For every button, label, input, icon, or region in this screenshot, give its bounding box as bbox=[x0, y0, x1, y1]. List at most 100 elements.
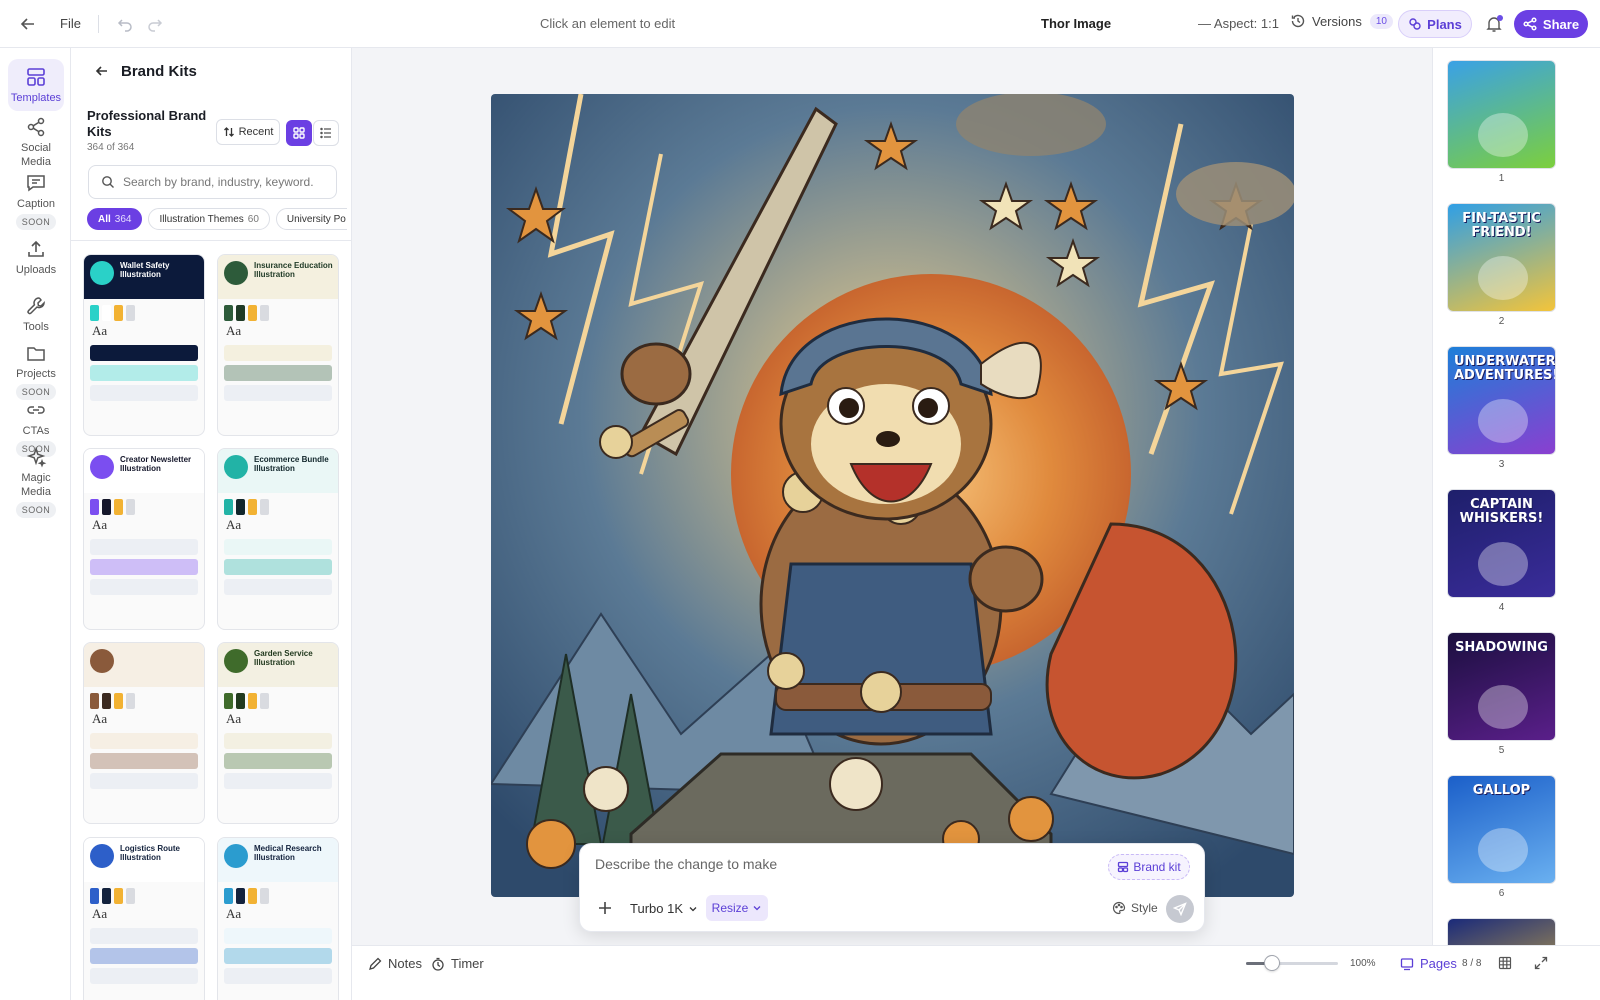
color-swatches bbox=[218, 882, 338, 904]
card-title: Creator Newsletter Illustration bbox=[120, 455, 192, 473]
notes-button[interactable]: Notes bbox=[368, 956, 422, 971]
model-select[interactable]: Turbo 1K bbox=[630, 901, 698, 916]
prompt-input[interactable] bbox=[595, 856, 1075, 872]
card-title: Ecommerce Bundle Illustration bbox=[254, 455, 329, 473]
chip-count: 364 bbox=[114, 213, 132, 225]
chip-illustration-themes[interactable]: Illustration Themes 60 bbox=[148, 208, 270, 230]
canvas-image[interactable] bbox=[491, 94, 1294, 897]
style-label: Style bbox=[1131, 901, 1158, 915]
page-thumbnail[interactable] bbox=[1447, 60, 1556, 169]
brand-search[interactable] bbox=[88, 165, 337, 199]
redo-icon[interactable] bbox=[146, 15, 164, 33]
page-thumbnail[interactable]: FIN-TASTIC FRIEND! bbox=[1447, 203, 1556, 312]
resize-button[interactable]: Resize bbox=[706, 895, 768, 921]
file-menu[interactable]: File bbox=[60, 16, 81, 31]
rail-caption[interactable]: Caption SOON bbox=[8, 172, 64, 230]
page-thumbnail[interactable]: UNDERWATER ADVENTURES! bbox=[1447, 346, 1556, 455]
brand-kit-card[interactable]: Insurance Education Illustration Aa bbox=[217, 254, 339, 436]
brand-kit-card[interactable]: Ecommerce Bundle Illustration Aa bbox=[217, 448, 339, 630]
share-button[interactable]: Share bbox=[1514, 10, 1588, 38]
brand-badge-icon bbox=[224, 455, 248, 479]
brand-kit-card[interactable]: Logistics Route Illustration Aa bbox=[83, 837, 205, 1000]
plans-button[interactable]: Plans bbox=[1398, 10, 1472, 38]
fullscreen-icon[interactable] bbox=[1534, 956, 1548, 970]
notification-bell-icon[interactable] bbox=[1485, 15, 1503, 33]
panel-back-icon[interactable] bbox=[93, 62, 111, 80]
style-button[interactable]: Style bbox=[1112, 901, 1158, 915]
rail-uploads[interactable]: Uploads bbox=[8, 238, 64, 277]
add-icon[interactable] bbox=[597, 900, 613, 916]
brand-kit-card[interactable]: Aa bbox=[83, 642, 205, 824]
page-number: 6 bbox=[1498, 888, 1505, 899]
brand-badge-icon bbox=[224, 649, 248, 673]
rail-ctas-label: CTAs bbox=[22, 425, 50, 437]
thumbnail-title: SHADOWING bbox=[1455, 640, 1548, 655]
pages-icon bbox=[1400, 957, 1414, 971]
rail-templates[interactable]: Templates bbox=[8, 59, 64, 111]
result-count: 364 of 364 bbox=[87, 142, 135, 153]
page-number: 1 bbox=[1498, 173, 1505, 184]
rail-magic-media[interactable]: Magic Media SOON bbox=[8, 446, 64, 518]
aspect-ratio[interactable]: — Aspect: 1:1 bbox=[1198, 16, 1279, 31]
page-thumbnail[interactable]: CAPTAIN WHISKERS! bbox=[1447, 489, 1556, 598]
rail-tools[interactable]: Tools bbox=[8, 295, 64, 334]
brand-badge-icon bbox=[224, 261, 248, 285]
timer-button[interactable]: Timer bbox=[431, 956, 484, 971]
chip-all[interactable]: All 364 bbox=[87, 208, 143, 230]
sort-button[interactable]: Recent bbox=[216, 119, 280, 145]
prompt-box: Brand kit Turbo 1K Resize Style bbox=[579, 843, 1205, 932]
rail-projects[interactable]: Projects SOON bbox=[8, 342, 64, 400]
type-sample: Aa bbox=[92, 711, 108, 726]
templates-icon bbox=[25, 66, 47, 88]
card-preview bbox=[84, 539, 204, 595]
card-title: Medical Research Illustration bbox=[254, 844, 322, 862]
top-bar: File Click an element to edit Thor Image… bbox=[0, 0, 1600, 48]
type-sample: Aa bbox=[226, 323, 242, 338]
versions-button[interactable]: Versions 10 bbox=[1290, 13, 1393, 29]
color-swatches bbox=[218, 493, 338, 515]
brand-kit-card[interactable]: Garden Service Illustration Aa bbox=[217, 642, 339, 824]
back-arrow-icon[interactable] bbox=[18, 14, 38, 34]
thumbnail-title: UNDERWATER ADVENTURES! bbox=[1454, 354, 1556, 383]
timer-icon bbox=[431, 957, 445, 971]
page-thumbnail[interactable]: GALLOP bbox=[1447, 775, 1556, 884]
chip-university[interactable]: University Po bbox=[275, 208, 347, 230]
page-thumbnail[interactable] bbox=[1447, 918, 1556, 945]
undo-icon[interactable] bbox=[116, 15, 134, 33]
thumbnail-title: GALLOP bbox=[1472, 783, 1531, 798]
brand-kit-button[interactable]: Brand kit bbox=[1108, 854, 1190, 880]
zoom-slider-handle[interactable] bbox=[1263, 955, 1280, 971]
model-label: Turbo 1K bbox=[630, 901, 683, 916]
share-nodes-icon bbox=[25, 116, 47, 138]
rail-social-media[interactable]: Social Media bbox=[8, 116, 64, 169]
brand-kit-icon bbox=[1117, 861, 1129, 873]
document-title[interactable]: Thor Image bbox=[1041, 16, 1111, 31]
sparkle-icon bbox=[25, 446, 47, 468]
pages-button[interactable]: Pages bbox=[1400, 956, 1457, 971]
soon-badge: SOON bbox=[15, 384, 57, 400]
brand-kit-card[interactable]: Wallet Safety Illustration Aa bbox=[83, 254, 205, 436]
timer-label: Timer bbox=[451, 956, 484, 971]
brand-kit-card[interactable]: Medical Research Illustration Aa bbox=[217, 837, 339, 1000]
list-view-toggle[interactable] bbox=[313, 120, 339, 146]
card-title: Wallet Safety Illustration bbox=[120, 261, 170, 279]
zoom-slider[interactable] bbox=[1246, 955, 1338, 971]
plans-label: Plans bbox=[1427, 16, 1462, 32]
sort-label: Recent bbox=[238, 126, 274, 138]
rail-tools-label: Tools bbox=[23, 321, 49, 333]
brand-badge-icon bbox=[90, 261, 114, 285]
page-thumbnail[interactable]: SHADOWING bbox=[1447, 632, 1556, 741]
brand-kit-card[interactable]: Creator Newsletter Illustration Aa bbox=[83, 448, 205, 630]
card-title: Garden Service Illustration bbox=[254, 649, 313, 667]
history-icon bbox=[1290, 13, 1306, 29]
send-button[interactable] bbox=[1166, 895, 1194, 923]
page-number: 3 bbox=[1498, 459, 1505, 470]
grid-icon[interactable] bbox=[1498, 956, 1512, 970]
thumbnail-character bbox=[1478, 256, 1528, 300]
type-sample: Aa bbox=[226, 517, 242, 532]
search-input[interactable] bbox=[123, 175, 323, 189]
card-preview bbox=[218, 928, 338, 984]
grid-view-toggle[interactable] bbox=[286, 120, 312, 146]
notes-label: Notes bbox=[388, 956, 422, 971]
bottom-bar: Notes Timer 100% Pages 8 / 8 bbox=[352, 945, 1600, 1000]
